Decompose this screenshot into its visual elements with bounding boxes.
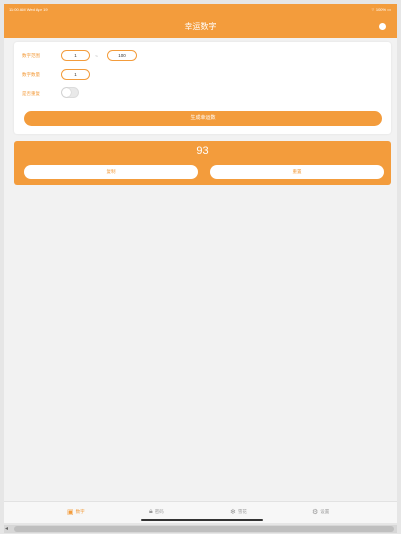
- result-card: 93 复制 重置: [14, 141, 391, 185]
- status-battery: ⌔ 100% ▭: [371, 7, 391, 13]
- repeat-toggle[interactable]: [61, 87, 79, 98]
- scroll-left-icon[interactable]: ◂: [5, 525, 8, 532]
- snowflake-icon: ❄: [230, 509, 236, 516]
- horizontal-scrollbar[interactable]: ◂: [4, 525, 397, 533]
- tab-password[interactable]: 🔒︎ 密码: [149, 508, 164, 516]
- app-window: 11:00 AM Wed Apr 19 ⌔ 100% ▭ 幸运数字 数字范围 1…: [4, 4, 397, 523]
- settings-card: 数字范围 1 ~ 100 数字数量 1 是否重复 生成幸运数: [14, 42, 391, 134]
- result-number: 93: [196, 145, 209, 157]
- page-title: 幸运数字: [184, 22, 217, 31]
- range-min-input[interactable]: 1: [61, 50, 90, 61]
- home-indicator: [141, 519, 263, 521]
- status-time: 11:00 AM Wed Apr 19: [9, 7, 48, 12]
- gear-icon: ⚙: [312, 509, 319, 516]
- toggle-knob: [62, 88, 71, 97]
- reset-button[interactable]: 重置: [210, 165, 384, 179]
- range-max-input[interactable]: 100: [107, 50, 137, 61]
- range-label: 数字范围: [22, 53, 40, 58]
- tab-snowflake[interactable]: ❄ 雪花: [230, 508, 247, 516]
- tab-settings[interactable]: ⚙ 设置: [312, 508, 329, 516]
- tab-number[interactable]: ▣ 数字: [67, 508, 85, 516]
- wifi-icon: ⌔: [370, 7, 375, 12]
- count-label: 数字数量: [22, 72, 40, 77]
- lock-icon: 🔒︎: [149, 508, 153, 515]
- nav-bar: 幸运数字: [4, 16, 397, 38]
- tab-label: 数字: [75, 509, 85, 514]
- tab-label: 密码: [154, 509, 164, 514]
- copy-button[interactable]: 复制: [24, 165, 198, 179]
- repeat-label: 是否重复: [22, 91, 40, 96]
- generate-button[interactable]: 生成幸运数: [24, 111, 382, 126]
- battery-level: 100%: [375, 7, 387, 12]
- scroll-thumb[interactable]: [14, 526, 394, 532]
- tab-label: 雪花: [237, 509, 247, 514]
- battery-icon: ▭: [387, 7, 391, 12]
- nav-dot-button[interactable]: [379, 23, 386, 30]
- number-grid-icon: ▣: [67, 509, 74, 516]
- range-separator: ~: [95, 54, 98, 60]
- count-input[interactable]: 1: [61, 69, 90, 80]
- status-bar: 11:00 AM Wed Apr 19 ⌔ 100% ▭: [4, 4, 397, 16]
- tab-label: 设置: [320, 509, 330, 514]
